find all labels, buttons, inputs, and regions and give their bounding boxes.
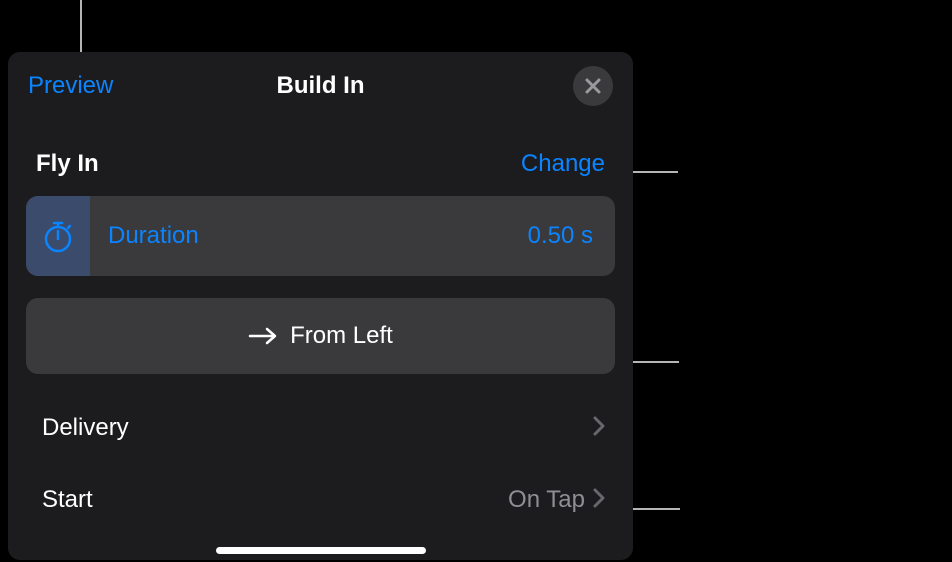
close-icon <box>584 77 602 95</box>
start-row[interactable]: Start On Tap <box>26 464 615 536</box>
duration-value: 0.50 s <box>528 222 615 250</box>
chevron-right-icon <box>593 416 605 441</box>
direction-label: From Left <box>290 322 393 350</box>
duration-row[interactable]: Duration 0.50 s <box>26 196 615 276</box>
callout-line-preview <box>80 0 82 60</box>
stopwatch-icon <box>40 218 76 254</box>
arrow-right-icon <box>248 325 278 347</box>
delivery-label: Delivery <box>42 414 129 442</box>
settings-group: Duration 0.50 s From Left Delivery <box>8 196 633 536</box>
preview-button[interactable]: Preview <box>28 72 113 100</box>
duration-label: Duration <box>90 222 528 250</box>
chevron-right-icon <box>593 488 605 513</box>
delivery-row[interactable]: Delivery <box>26 392 615 464</box>
direction-row[interactable]: From Left <box>26 298 615 374</box>
panel-header: Preview Build In <box>8 52 633 118</box>
effect-name: Fly In <box>36 150 99 178</box>
close-button[interactable] <box>573 66 613 106</box>
start-label: Start <box>42 486 93 514</box>
start-right: On Tap <box>508 486 605 514</box>
panel-title: Build In <box>277 72 365 100</box>
start-value: On Tap <box>508 486 585 514</box>
delivery-right <box>585 416 605 441</box>
build-in-panel: Preview Build In Fly In Change Duration <box>8 52 633 560</box>
home-indicator[interactable] <box>216 547 426 554</box>
effect-header: Fly In Change <box>8 118 633 196</box>
duration-icon-box <box>26 196 90 276</box>
change-button[interactable]: Change <box>521 150 605 178</box>
